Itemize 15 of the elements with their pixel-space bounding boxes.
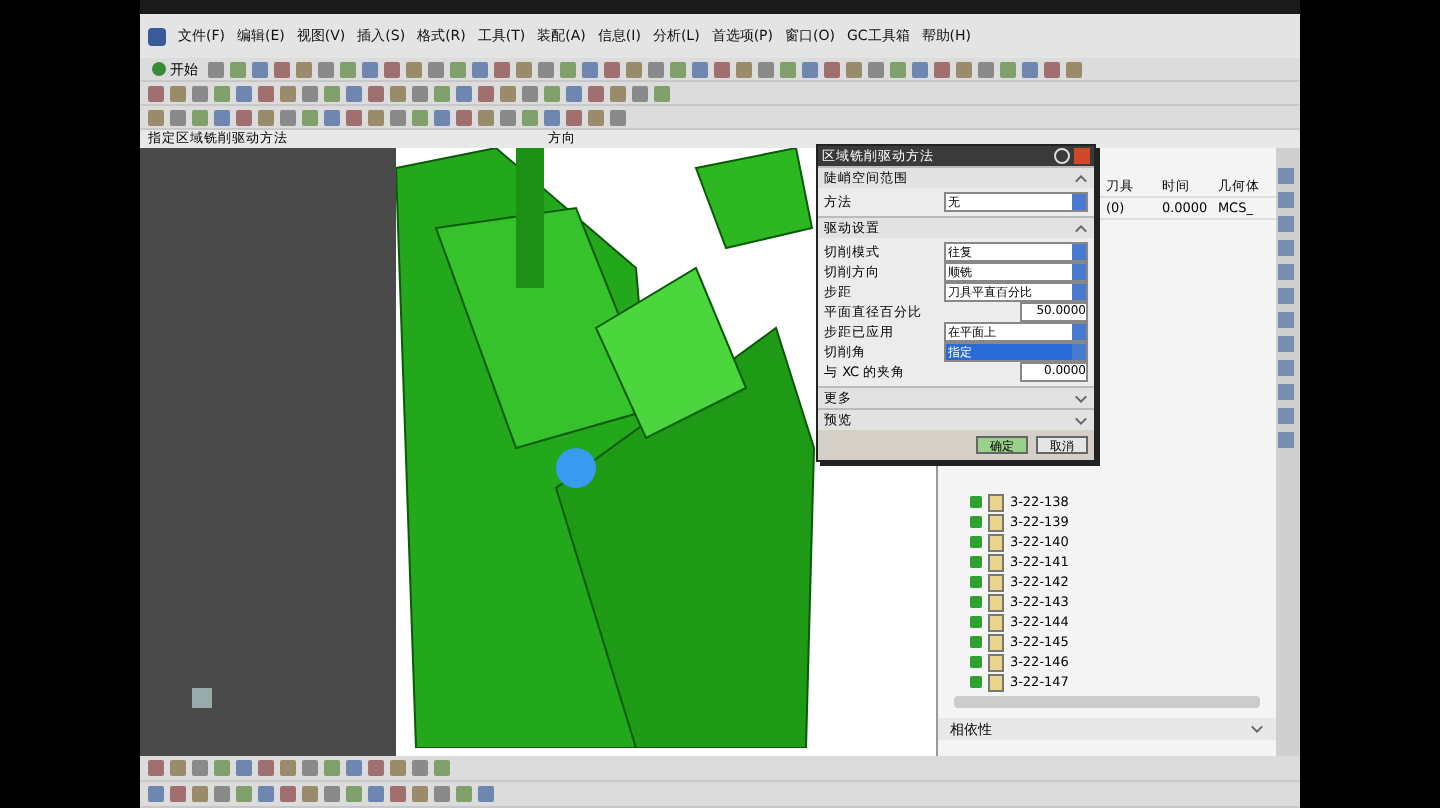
resource-bar-icon[interactable] [1278, 312, 1295, 328]
resource-bar-icon[interactable] [1278, 432, 1295, 448]
resource-bar-icon[interactable] [1278, 264, 1295, 280]
resource-bar-icon[interactable] [1278, 360, 1295, 376]
resource-bar-icon[interactable] [1278, 216, 1295, 232]
resource-bar-icon[interactable] [1278, 192, 1295, 208]
resource-bar-icon[interactable] [1278, 384, 1295, 400]
resource-bar-icon[interactable] [1278, 408, 1295, 424]
scroll-bar[interactable] [953, 696, 1261, 708]
app-logo-icon [148, 27, 166, 45]
resource-bar-icon[interactable] [1278, 168, 1295, 184]
resource-bar-icon[interactable] [1278, 240, 1295, 256]
resource-bar-icon[interactable] [1278, 336, 1295, 352]
resource-bar-icon[interactable] [1278, 288, 1295, 304]
settings-icon[interactable] [1054, 148, 1070, 164]
